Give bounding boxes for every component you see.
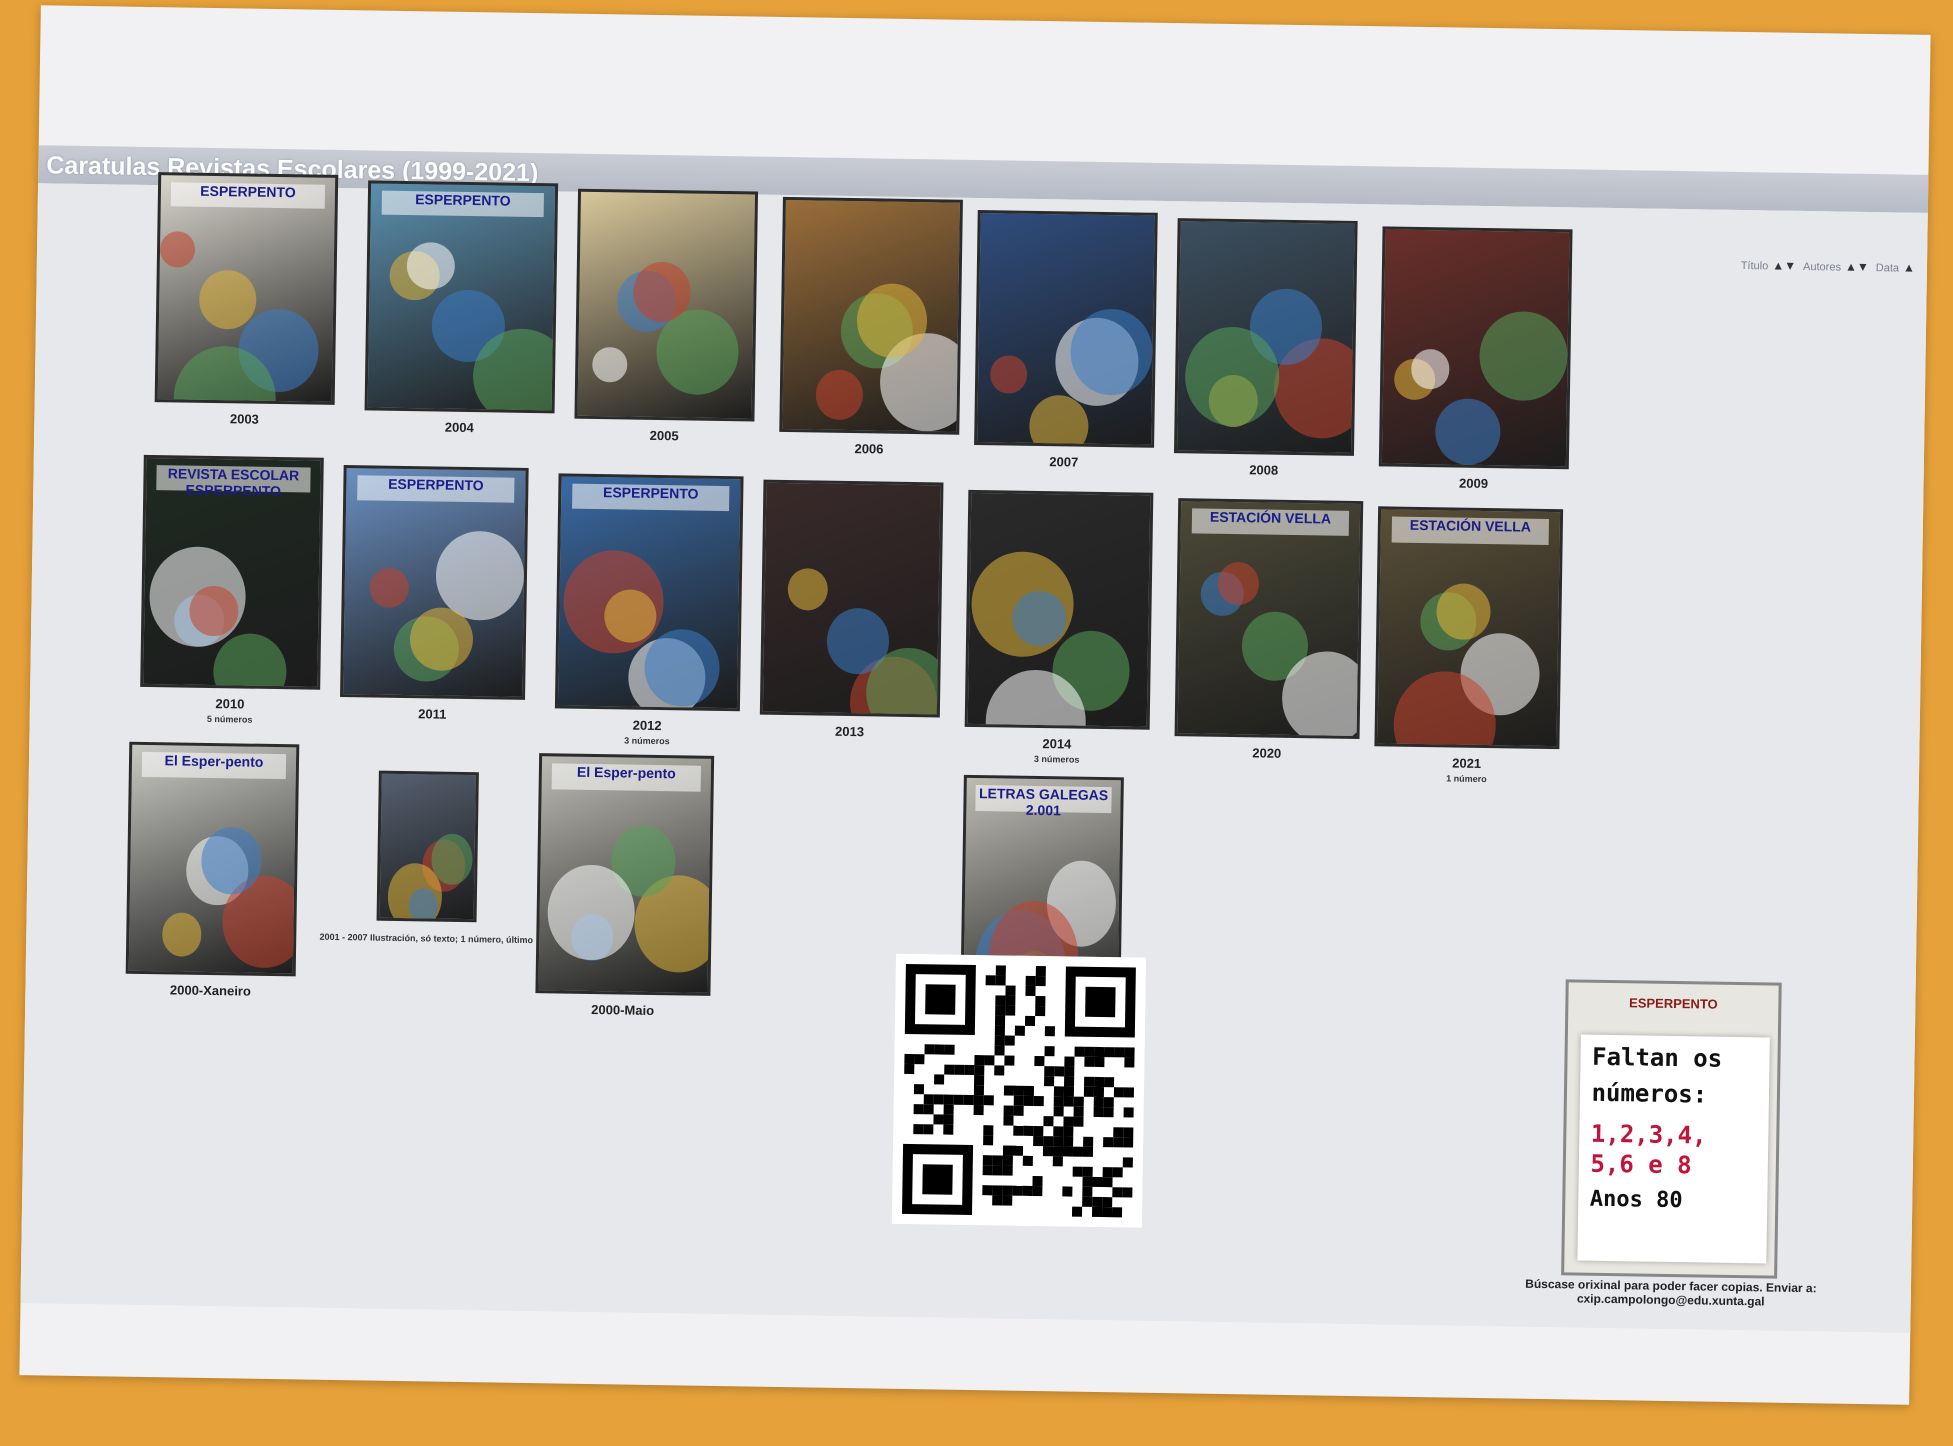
missing-years: Anos 80: [1589, 1186, 1683, 1214]
magazine-cover[interactable]: ESPERPENTO: [154, 172, 339, 405]
cover-masthead: REVISTA ESCOLAR ESPERPENTO: [156, 464, 311, 499]
magazine-cover[interactable]: El Esper-pento: [535, 753, 715, 996]
cover-illustration: [815, 369, 864, 421]
magazine-cover[interactable]: [376, 770, 479, 923]
cover-year-caption: 2003: [229, 411, 259, 427]
magazine-cover[interactable]: [974, 209, 1158, 448]
cover-illustration: [1478, 310, 1569, 402]
photographed-screen: Caratulas Revistas Escolares (1999-2021)…: [19, 5, 1931, 1405]
missing-numbers: 1,2,3,4, 5,6 e 8: [1590, 1119, 1768, 1182]
missing-line-2: números:: [1591, 1078, 1708, 1109]
cover-illustration: [1435, 398, 1501, 466]
magazine-cover[interactable]: ESPERPENTO: [364, 180, 559, 414]
cover-year-caption: 2005: [649, 427, 679, 444]
magazine-cover[interactable]: ESPERPENTO: [340, 465, 529, 700]
cover-illustration: [406, 242, 455, 290]
cover-illustration: [212, 633, 287, 690]
cover-illustration: [856, 283, 928, 358]
missing-line-1: Faltan os: [1591, 1042, 1723, 1073]
magazine-cover[interactable]: [964, 489, 1154, 730]
cover-illustration: [1410, 349, 1450, 390]
sort-controls: Título ▲▼ Autores ▲▼ Data ▲: [1737, 258, 1915, 275]
cover-year-caption: 2012: [632, 717, 662, 734]
cover-year-caption: 2011: [418, 706, 447, 722]
cover-masthead: ESPERPENTO: [571, 483, 730, 512]
magazine-cover[interactable]: ESTACIÓN VELLA: [1174, 498, 1364, 740]
cover-illustration: [547, 863, 636, 961]
cover-year-caption: 2004: [444, 419, 474, 436]
cover-illustration: [435, 530, 525, 621]
qr-code-graphic: [891, 953, 1147, 1228]
sort-arrows-icon[interactable]: ▲▼: [1845, 260, 1869, 274]
cover-illustration: [1070, 308, 1154, 396]
missing-numbers-1: 1,2,3,4,: [1590, 1119, 1707, 1150]
cover-masthead: ESPERPENTO: [356, 475, 515, 503]
cover-illustration: [591, 346, 628, 383]
cover-masthead: El Esper-pento: [141, 751, 287, 779]
sort-date-label[interactable]: Data: [1876, 262, 1899, 274]
cover-masthead: ESTACIÓN VELLA: [1391, 516, 1550, 545]
cover-year-caption: 2020: [1252, 745, 1282, 761]
cover-illustration: [161, 912, 202, 957]
cover-illustration: [990, 355, 1028, 395]
cover-year-caption: 2000-Maio: [591, 1002, 655, 1018]
missing-numbers-2: 5,6 e 8: [1590, 1149, 1692, 1180]
cover-list: ESPERPENTO 2003 ESPERPENTO 2004 2005 2006 2007…: [41, 5, 1931, 1044]
cover-illustration: [656, 309, 740, 395]
cover-masthead: LETRAS GALEGAS 2.001: [975, 785, 1112, 819]
cover-year-caption: 2014: [1042, 736, 1072, 752]
cover-illustration: [1184, 326, 1280, 427]
magazine-cover[interactable]: [574, 188, 759, 422]
sort-title-label[interactable]: Título: [1741, 260, 1769, 272]
cover-year-caption: 2007: [1049, 454, 1079, 470]
cover-masthead: El Esper-pento: [551, 763, 701, 792]
cover-illustration: [643, 628, 721, 708]
missing-card-note: Faltan os números: 1,2,3,4, 5,6 e 8 Anos…: [1576, 1034, 1770, 1264]
cover-year-caption: 2010: [215, 696, 245, 712]
cover-illustration: [1436, 582, 1491, 640]
cover-illustration: [198, 269, 258, 330]
cover-illustration: [159, 231, 196, 268]
cover-year-caption: 2006: [854, 441, 884, 457]
cover-illustration: [430, 833, 474, 885]
magazine-cover[interactable]: El Esper-pento: [125, 741, 300, 977]
magazine-cover[interactable]: [759, 479, 944, 718]
sort-authors-label[interactable]: Autores: [1803, 261, 1841, 274]
magazine-cover[interactable]: ESTACIÓN VELLA: [1374, 506, 1564, 750]
sort-arrows-icon[interactable]: ▲▼: [1772, 258, 1796, 272]
cover-year-caption: 2009: [1458, 475, 1489, 492]
cover-year-caption: 2000-Xaneiro: [169, 982, 252, 999]
magazine-cover[interactable]: [1378, 226, 1573, 470]
magazine-cover[interactable]: REVISTA ESCOLAR ESPERPENTO: [140, 454, 324, 690]
cover-year-caption: 2013: [834, 723, 865, 740]
cover-masthead: ESPERPENTO: [381, 190, 544, 218]
missing-issues-card: ESPERPENTO Faltan os números: 1,2,3,4, 5…: [1561, 979, 1782, 1279]
cover-illustration: [1217, 562, 1260, 606]
magazine-cover[interactable]: [1173, 218, 1358, 456]
cover-illustration: [1029, 394, 1090, 448]
cover-year-caption: 2021: [1452, 755, 1482, 771]
missing-card-masthead: ESPERPENTO: [1628, 994, 1718, 1012]
cover-illustration: [408, 887, 439, 923]
magazine-cover[interactable]: ESPERPENTO: [554, 473, 744, 712]
sort-arrows-icon[interactable]: ▲: [1903, 261, 1915, 275]
cover-illustration: [409, 606, 474, 672]
cover-illustration: [787, 567, 828, 611]
qr-code: [891, 953, 1147, 1228]
cover-year-caption: 2008: [1249, 462, 1279, 478]
cover-masthead: ESPERPENTO: [171, 182, 325, 210]
cover-illustration: [369, 567, 410, 609]
magazine-cover[interactable]: [779, 196, 963, 435]
cover-masthead: ESTACIÓN VELLA: [1191, 508, 1350, 537]
